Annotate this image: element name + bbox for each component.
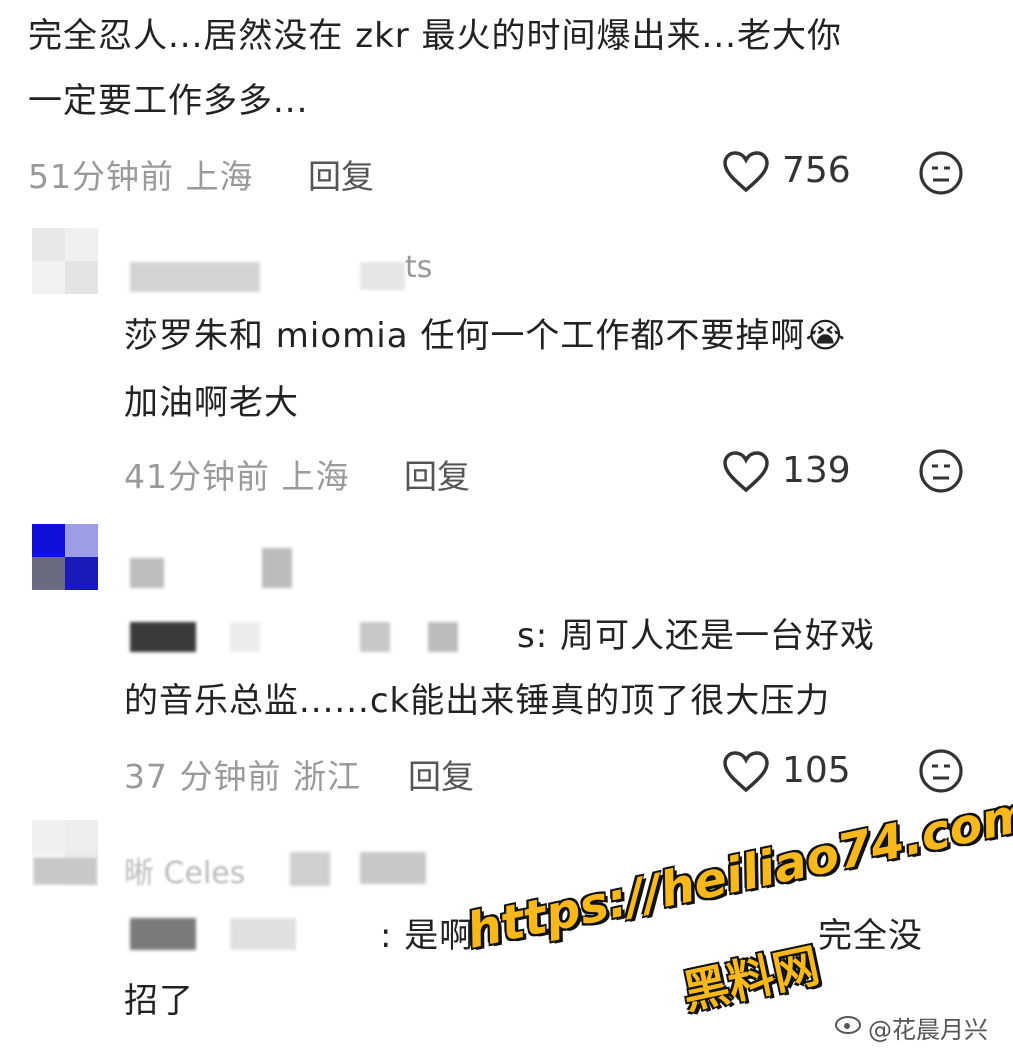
comment-3-line-2: 的音乐总监......ck能出来锤真的顶了很大压力: [124, 681, 831, 721]
comment-1-line-2: 一定要工作多多...: [28, 81, 309, 121]
username-partial[interactable]: 晰 Celes: [124, 848, 245, 892]
comment-2-line-1: 莎罗朱和 miomia 任何一个工作都不要掉啊😭: [124, 316, 847, 356]
weibo-handle: @花晨月兴: [868, 1016, 988, 1044]
username-redacted[interactable]: [360, 852, 426, 884]
username-redacted[interactable]: [290, 852, 330, 886]
avatar[interactable]: [32, 524, 98, 590]
comment-3-line-1: s: 周可人还是一台好戏: [517, 616, 875, 656]
heart-icon[interactable]: [722, 450, 770, 494]
dislike-icon[interactable]: [918, 748, 964, 794]
comment-3-reply-button[interactable]: 回复: [408, 750, 474, 798]
username-redacted[interactable]: [130, 262, 260, 292]
comment-2-like-count: 139: [782, 450, 851, 491]
username-redacted[interactable]: [230, 918, 296, 950]
heart-icon[interactable]: [722, 750, 770, 794]
comment-2-meta: 41分钟前 上海: [124, 457, 350, 496]
username-redacted[interactable]: [130, 622, 196, 652]
comment-1-line-1: 完全忍人...居然没在 zkr 最火的时间爆出来...老大你: [28, 16, 842, 56]
heart-icon[interactable]: [722, 150, 770, 194]
comment-1-like-count: 756: [782, 150, 851, 191]
username-redacted[interactable]: [130, 558, 164, 588]
username-redacted[interactable]: [360, 262, 405, 290]
username-redacted[interactable]: [230, 622, 260, 652]
comment-2-reply-button[interactable]: 回复: [404, 450, 470, 498]
username-redacted[interactable]: [360, 622, 390, 652]
comment-2-line-2: 加油啊老大: [124, 383, 299, 423]
watermark-url: https://heiliao74.com: [462, 785, 1013, 960]
comment-1-reply-button[interactable]: 回复: [308, 150, 374, 198]
weibo-icon: [835, 1012, 865, 1034]
comment-4-line-1-end: 完全没: [818, 916, 923, 956]
username-redacted[interactable]: [262, 548, 292, 588]
username-redacted[interactable]: [130, 918, 196, 950]
comment-3-like-count: 105: [782, 750, 851, 791]
comment-4-line-1: : 是啊: [380, 916, 475, 956]
dislike-icon[interactable]: [918, 448, 964, 494]
dislike-icon[interactable]: [918, 150, 964, 196]
comment-4-line-2: 招了: [124, 981, 194, 1021]
comment-1-meta: 51分钟前 上海: [28, 157, 254, 196]
watermark-cn: 黑料网: [677, 938, 825, 1020]
username-suffix[interactable]: ts: [405, 250, 432, 285]
avatar-strip: [34, 858, 96, 884]
comment-3-meta: 37 分钟前 浙江: [124, 757, 361, 796]
username-redacted[interactable]: [428, 622, 458, 652]
avatar[interactable]: [32, 228, 98, 294]
